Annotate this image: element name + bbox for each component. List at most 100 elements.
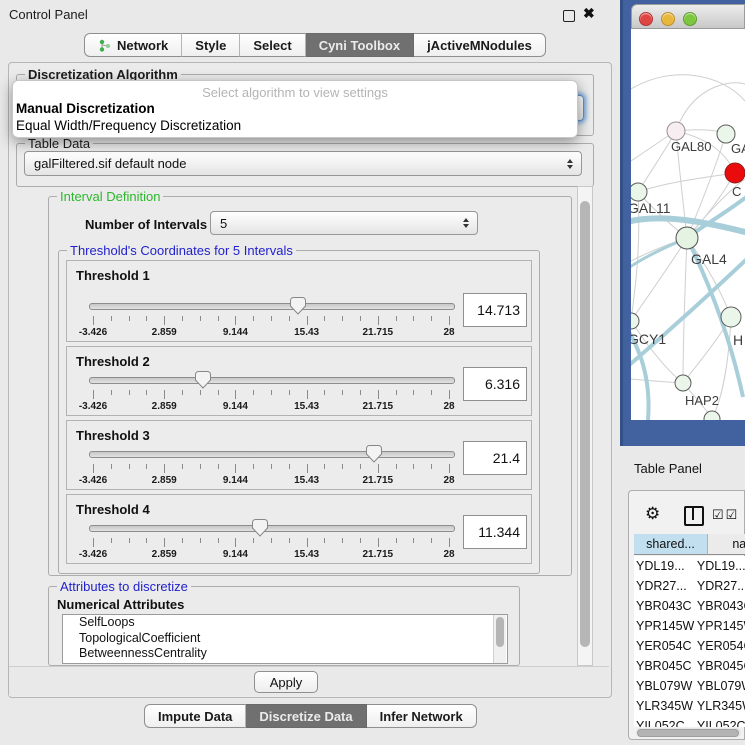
tab-select[interactable]: Select [240, 33, 305, 57]
num-intervals-combobox[interactable]: 5 [210, 211, 478, 235]
table-row[interactable]: YBL079WYBL079W [634, 676, 745, 696]
dropdown-option-manual-discretization[interactable]: Manual Discretization [16, 101, 155, 116]
dropdown-option-equal-width-frequency[interactable]: Equal Width/Frequency Discretization [16, 118, 241, 133]
slider-ticks [67, 390, 531, 400]
dropdown-hint: Select algorithm to view settings [13, 85, 577, 100]
table-row[interactable]: YLR345WYLR345W [634, 696, 745, 716]
table-data-value: galFiltered.sif default node [34, 156, 186, 171]
attributes-list-scrollbar[interactable] [493, 615, 506, 663]
zoom-traffic-light[interactable] [683, 12, 697, 26]
threshold-1-label: Threshold 1 [76, 268, 150, 283]
slider-ticks [67, 464, 531, 474]
algorithm-dropdown-popup: Select algorithm to view settings Manual… [12, 80, 578, 138]
screen: Control Panel ✖ NetworkStyleSelectCyni T… [0, 0, 745, 745]
threshold-3-panel: Threshold 3 21.4 -3.4262.8599.14415.4321… [66, 420, 532, 490]
threshold-4-label: Threshold 4 [76, 502, 150, 517]
attributes-list[interactable]: SelfLoopsTopologicalCoefficientBetweenne… [62, 614, 508, 664]
slider-thumb[interactable] [366, 445, 382, 463]
threshold-2-label: Threshold 2 [76, 354, 150, 369]
slider-tick-label: 9.144 [223, 327, 248, 338]
slider-tick-label: 15.43 [294, 327, 319, 338]
tab-network[interactable]: Network [84, 33, 182, 57]
network-node-hap2[interactable] [675, 375, 691, 391]
minimize-traffic-light[interactable] [661, 12, 675, 26]
table-panel-title: Table Panel [634, 461, 702, 476]
panel-scrollbar[interactable] [577, 186, 593, 666]
threshold-4-panel: Threshold 4 11.344 -3.4262.8599.14415.43… [66, 494, 532, 564]
slider-thumb[interactable] [290, 297, 306, 315]
network-icon [98, 39, 111, 52]
network-node[interactable] [704, 411, 720, 420]
slider-ticks [67, 538, 531, 548]
top-tab-bar: NetworkStyleSelectCyni ToolboxjActiveMNo… [84, 33, 546, 57]
table-row[interactable]: YBR045CYBR045C [634, 656, 745, 676]
table-data-combobox[interactable]: galFiltered.sif default node [24, 151, 582, 176]
table-horizontal-scrollbar[interactable] [636, 728, 741, 737]
node-label: GAL80 [671, 139, 711, 154]
slider-tick-label: 9.144 [223, 549, 248, 560]
network-node-gal80[interactable] [667, 122, 685, 140]
tab-jactivemnodules[interactable]: jActiveMNodules [414, 33, 546, 57]
tab-style[interactable]: Style [182, 33, 240, 57]
close-traffic-light[interactable] [639, 12, 653, 26]
tab-discretize-data[interactable]: Discretize Data [246, 704, 366, 728]
float-window-icon[interactable] [563, 10, 575, 22]
network-window-titlebar [631, 4, 745, 29]
attribute-item[interactable]: BetweennessCentrality [63, 646, 507, 662]
slider-tick-label: 2.859 [152, 327, 177, 338]
slider-tick-label: 28 [443, 475, 454, 486]
table-row[interactable]: YIL052CYIL052C [634, 716, 745, 727]
slider-track[interactable] [89, 377, 455, 384]
slider-thumb[interactable] [195, 371, 211, 389]
tab-cyni-toolbox[interactable]: Cyni Toolbox [306, 33, 414, 57]
node-label: GAL4 [691, 251, 727, 267]
node-label: H [733, 332, 743, 348]
split-pane-icon[interactable] [684, 506, 704, 526]
table-row[interactable]: YDL19...YDL19... [634, 556, 745, 576]
bottom-tab-bar: Impute DataDiscretize DataInfer Network [144, 704, 477, 728]
close-icon[interactable]: ✖ [583, 5, 595, 22]
tab-impute-data[interactable]: Impute Data [144, 704, 246, 728]
column-header-shared-name[interactable]: shared... [634, 534, 708, 555]
table-row[interactable]: YDR27...YDR27... [634, 576, 745, 596]
table-row[interactable]: YPR145WYPR145W [634, 616, 745, 636]
table-data-title: Table Data [25, 136, 93, 151]
edge [683, 238, 687, 383]
threshold-3-label: Threshold 3 [76, 428, 150, 443]
tab-infer-network[interactable]: Infer Network [367, 704, 477, 728]
edge [631, 75, 745, 101]
slider-tick-label: 2.859 [152, 549, 177, 560]
slider-tick-label: 2.859 [152, 475, 177, 486]
network-node-gal4[interactable] [676, 227, 698, 249]
network-canvas[interactable]: GAL80GACGAL11GAL4GCY1HHAP2 [631, 29, 745, 420]
slider-tick-label: 15.43 [294, 549, 319, 560]
slider-track[interactable] [89, 451, 455, 458]
slider-ticks [67, 316, 531, 326]
attributes-group-title: Attributes to discretize [57, 579, 191, 594]
table-row[interactable]: YER054CYER054C [634, 636, 745, 656]
slider-tick-label: -3.426 [79, 327, 107, 338]
threshold-1-panel: Threshold 1 14.713 -3.4262.8599.14415.43… [66, 260, 532, 342]
slider-track[interactable] [89, 303, 455, 310]
table-rows[interactable]: YDL19...YDL19...YDR27...YDR27...YBR043CY… [634, 556, 745, 727]
checkbox-icons[interactable]: ☑☑ [712, 507, 739, 523]
network-node-h[interactable] [721, 307, 741, 327]
network-node-gcy1[interactable] [631, 313, 639, 329]
slider-thumb[interactable] [252, 519, 268, 537]
network-node-gal11[interactable] [631, 183, 647, 201]
network-node-c[interactable] [725, 163, 745, 183]
node-label: C [732, 184, 741, 199]
attribute-item[interactable]: TopologicalCoefficient [63, 631, 507, 647]
table-row[interactable]: YBR043CYBR043C [634, 596, 745, 616]
node-label: GAL11 [631, 200, 671, 216]
apply-button[interactable]: Apply [254, 671, 318, 693]
gear-icon[interactable]: ⚙ [645, 504, 660, 524]
num-intervals-value: 5 [220, 216, 227, 231]
slider-tick-label: 21.715 [363, 401, 394, 412]
thresholds-group-title: Threshold's Coordinates for 5 Intervals [67, 243, 296, 258]
attribute-item[interactable]: SelfLoops [63, 615, 507, 631]
num-intervals-label: Number of Intervals [85, 217, 207, 232]
node-label: GA [731, 141, 745, 156]
slider-track[interactable] [89, 525, 455, 532]
column-header-name[interactable]: name [708, 534, 745, 555]
